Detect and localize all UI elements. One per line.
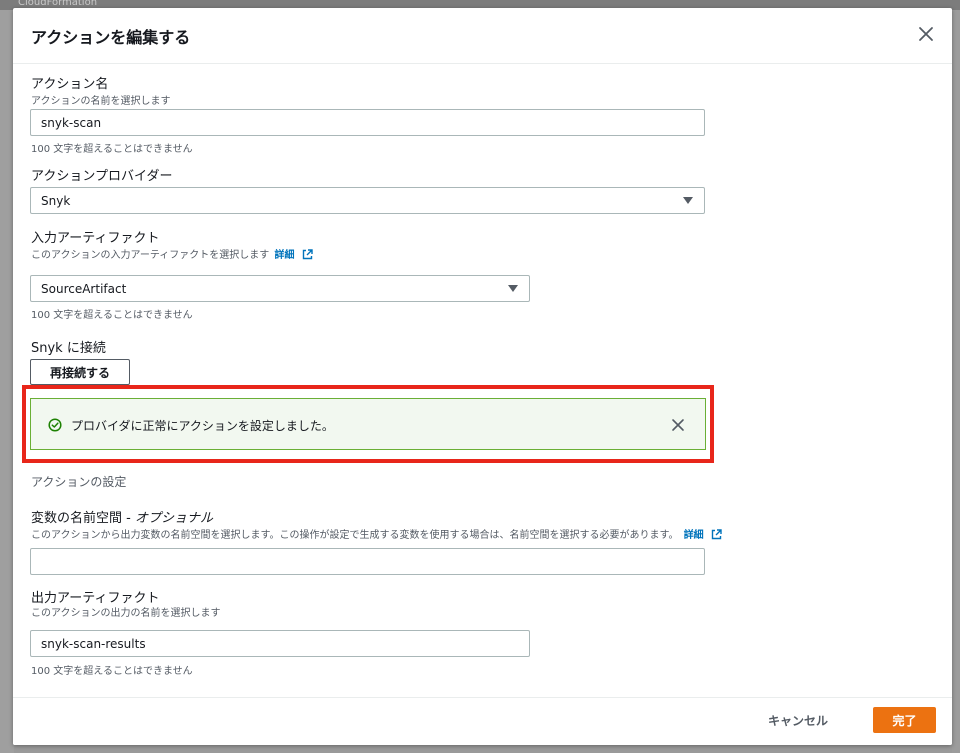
variable-namespace-description: このアクションから出力変数の名前空間を選択します。この操作が設定で生成する変数を… xyxy=(31,526,722,543)
success-alert: プロバイダに正常にアクションを設定しました。 xyxy=(30,398,706,450)
modal-header: アクションを編集する xyxy=(13,8,952,64)
check-circle-icon xyxy=(48,417,62,436)
action-name-description: アクションの名前を選択します xyxy=(31,96,171,107)
caret-down-icon xyxy=(683,197,693,204)
cancel-button[interactable]: キャンセル xyxy=(768,712,828,729)
optional-label: オプショナル xyxy=(134,511,213,526)
input-artifacts-constraint: 100 文字を超えることはできません xyxy=(31,310,193,321)
edit-action-modal: アクションを編集する アクション名 アクションの名前を選択します snyk-sc… xyxy=(13,8,952,745)
variable-namespace-label-text: 変数の名前空間 - xyxy=(31,511,135,526)
action-name-label: アクション名 xyxy=(31,77,109,92)
caret-down-icon xyxy=(508,285,518,292)
input-artifacts-label: 入力アーティファクト xyxy=(31,231,160,246)
output-artifacts-input[interactable]: snyk-scan-results xyxy=(30,630,530,657)
action-settings-heading: アクションの設定 xyxy=(31,475,127,489)
input-artifacts-info-link[interactable]: 詳細 xyxy=(275,250,295,261)
modal-title: アクションを編集する xyxy=(31,28,191,47)
action-name-input[interactable]: snyk-scan xyxy=(30,109,705,136)
alert-message: プロバイダに正常にアクションを設定しました。 xyxy=(71,419,334,433)
variable-namespace-label: 変数の名前空間 - オプショナル xyxy=(31,507,213,526)
variable-namespace-input[interactable] xyxy=(30,548,705,575)
input-artifacts-description-text: このアクションの入力アーティファクトを選択します xyxy=(31,250,270,261)
external-link-icon[interactable] xyxy=(302,249,313,263)
output-artifacts-constraint: 100 文字を超えることはできません xyxy=(31,666,193,677)
variable-namespace-info-link[interactable]: 詳細 xyxy=(684,530,704,541)
output-artifacts-description: このアクションの出力の名前を選択します xyxy=(31,608,221,619)
reconnect-button[interactable]: 再接続する xyxy=(30,359,130,385)
background-service-tab: CloudFormation xyxy=(18,0,98,8)
snyk-connect-label: Snyk に接続 xyxy=(31,341,106,356)
action-name-value: snyk-scan xyxy=(41,116,102,130)
action-name-constraint: 100 文字を超えることはできません xyxy=(31,144,193,155)
input-artifacts-select[interactable]: SourceArtifact xyxy=(30,275,530,302)
action-provider-select[interactable]: Snyk xyxy=(30,187,705,214)
alert-close-icon[interactable] xyxy=(671,417,685,436)
input-artifacts-description: このアクションの入力アーティファクトを選択します 詳細 xyxy=(31,246,313,263)
close-icon[interactable] xyxy=(916,24,936,44)
modal-footer: キャンセル 完了 xyxy=(13,697,952,745)
background-left-strip xyxy=(0,10,14,753)
action-provider-label: アクションプロバイダー xyxy=(31,169,173,184)
done-button[interactable]: 完了 xyxy=(873,707,936,733)
variable-namespace-description-text: このアクションから出力変数の名前空間を選択します。この操作が設定で生成する変数を… xyxy=(31,530,679,541)
external-link-icon[interactable] xyxy=(711,529,722,543)
input-artifacts-value: SourceArtifact xyxy=(41,282,127,296)
output-artifacts-value: snyk-scan-results xyxy=(41,637,146,651)
action-provider-value: Snyk xyxy=(41,194,71,208)
background-right-strip xyxy=(952,10,960,753)
